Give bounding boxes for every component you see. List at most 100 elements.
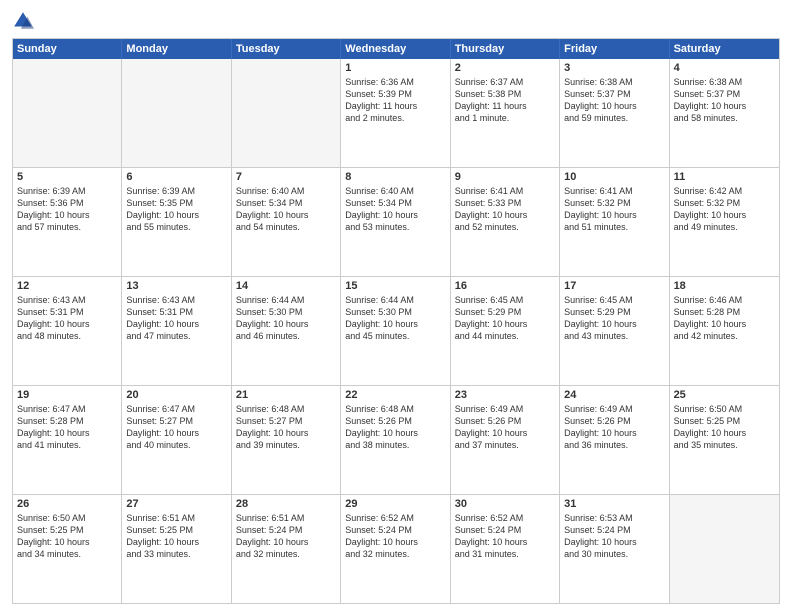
calendar-cell: 5 Sunrise: 6:39 AM Sunset: 5:36 PM Daylig… [13, 168, 122, 276]
calendar-cell: 10 Sunrise: 6:41 AM Sunset: 5:32 PM Dayli… [560, 168, 669, 276]
day-number: 13 [126, 280, 226, 292]
calendar-cell: 8 Sunrise: 6:40 AM Sunset: 5:34 PM Daylig… [341, 168, 450, 276]
day-info: Sunrise: 6:49 AM Sunset: 5:26 PM Dayligh… [455, 403, 555, 452]
calendar-cell: 19Sunrise: 6:47 AM Sunset: 5:28 PM Dayli… [13, 386, 122, 494]
calendar-cell: 25 Sunrise: 6:50 AM Sunset: 5:25 PM Dayli… [670, 386, 779, 494]
day-number: 1 [345, 62, 445, 74]
calendar-cell: 6Sunrise: 6:39 AM Sunset: 5:35 PM Daylig… [122, 168, 231, 276]
day-info: Sunrise: 6:43 AM Sunset: 5:31 PM Dayligh… [126, 294, 226, 343]
day-info: Sunrise: 6:52 AM Sunset: 5:24 PM Dayligh… [455, 512, 555, 561]
day-info: Sunrise: 6:44 AM Sunset: 5:30 PM Dayligh… [345, 294, 445, 343]
day-number: 9 [455, 171, 555, 183]
calendar-cell [232, 59, 341, 167]
day-number: 25 [674, 389, 775, 401]
logo [12, 10, 38, 32]
calendar-cell: 30 Sunrise: 6:52 AM Sunset: 5:24 PM Dayli… [451, 495, 560, 603]
day-number: 28 [236, 498, 336, 510]
calendar-cell: 7 Sunrise: 6:40 AM Sunset: 5:34 PM Daylig… [232, 168, 341, 276]
day-number: 19 [17, 389, 117, 401]
day-info: Sunrise: 6:50 AM Sunset: 5:25 PM Dayligh… [674, 403, 775, 452]
day-info: Sunrise: 6:39 AM Sunset: 5:36 PM Dayligh… [17, 185, 117, 234]
day-info: Sunrise: 6:41 AM Sunset: 5:32 PM Dayligh… [564, 185, 664, 234]
day-info: Sunrise: 6:40 AM Sunset: 5:34 PM Dayligh… [236, 185, 336, 234]
calendar-cell: 24 Sunrise: 6:49 AM Sunset: 5:26 PM Dayli… [560, 386, 669, 494]
day-number: 15 [345, 280, 445, 292]
day-number: 5 [17, 171, 117, 183]
calendar-cell: 9 Sunrise: 6:41 AM Sunset: 5:33 PM Daylig… [451, 168, 560, 276]
day-number: 14 [236, 280, 336, 292]
calendar-cell: 16Sunrise: 6:45 AM Sunset: 5:29 PM Dayli… [451, 277, 560, 385]
day-number: 3 [564, 62, 664, 74]
day-info: Sunrise: 6:48 AM Sunset: 5:26 PM Dayligh… [345, 403, 445, 452]
day-number: 23 [455, 389, 555, 401]
calendar-cell: 31Sunrise: 6:53 AM Sunset: 5:24 PM Dayli… [560, 495, 669, 603]
calendar-cell: 15 Sunrise: 6:44 AM Sunset: 5:30 PM Dayli… [341, 277, 450, 385]
calendar-header: SundayMondayTuesdayWednesdayThursdayFrid… [13, 39, 779, 59]
day-info: Sunrise: 6:37 AM Sunset: 5:38 PM Dayligh… [455, 76, 555, 125]
day-info: Sunrise: 6:53 AM Sunset: 5:24 PM Dayligh… [564, 512, 664, 561]
calendar-cell: 11Sunrise: 6:42 AM Sunset: 5:32 PM Dayli… [670, 168, 779, 276]
day-number: 4 [674, 62, 775, 74]
calendar-header-cell: Friday [560, 39, 669, 59]
logo-icon [12, 10, 34, 32]
day-info: Sunrise: 6:48 AM Sunset: 5:27 PM Dayligh… [236, 403, 336, 452]
day-info: Sunrise: 6:46 AM Sunset: 5:28 PM Dayligh… [674, 294, 775, 343]
page: SundayMondayTuesdayWednesdayThursdayFrid… [0, 0, 792, 612]
day-info: Sunrise: 6:40 AM Sunset: 5:34 PM Dayligh… [345, 185, 445, 234]
day-info: Sunrise: 6:50 AM Sunset: 5:25 PM Dayligh… [17, 512, 117, 561]
calendar-cell [670, 495, 779, 603]
day-info: Sunrise: 6:42 AM Sunset: 5:32 PM Dayligh… [674, 185, 775, 234]
day-info: Sunrise: 6:38 AM Sunset: 5:37 PM Dayligh… [564, 76, 664, 125]
day-info: Sunrise: 6:41 AM Sunset: 5:33 PM Dayligh… [455, 185, 555, 234]
day-number: 17 [564, 280, 664, 292]
day-number: 21 [236, 389, 336, 401]
day-number: 8 [345, 171, 445, 183]
day-number: 7 [236, 171, 336, 183]
day-number: 20 [126, 389, 226, 401]
calendar-row: 12Sunrise: 6:43 AM Sunset: 5:31 PM Dayli… [13, 276, 779, 385]
calendar-cell [122, 59, 231, 167]
day-number: 24 [564, 389, 664, 401]
calendar-cell: 26 Sunrise: 6:50 AM Sunset: 5:25 PM Dayli… [13, 495, 122, 603]
day-number: 16 [455, 280, 555, 292]
calendar-cell: 17 Sunrise: 6:45 AM Sunset: 5:29 PM Dayli… [560, 277, 669, 385]
calendar-header-cell: Monday [122, 39, 231, 59]
day-info: Sunrise: 6:51 AM Sunset: 5:24 PM Dayligh… [236, 512, 336, 561]
day-number: 26 [17, 498, 117, 510]
calendar-row: 5 Sunrise: 6:39 AM Sunset: 5:36 PM Daylig… [13, 167, 779, 276]
calendar-cell: 3 Sunrise: 6:38 AM Sunset: 5:37 PM Daylig… [560, 59, 669, 167]
calendar-cell: 20Sunrise: 6:47 AM Sunset: 5:27 PM Dayli… [122, 386, 231, 494]
day-number: 22 [345, 389, 445, 401]
calendar-row: 19Sunrise: 6:47 AM Sunset: 5:28 PM Dayli… [13, 385, 779, 494]
day-number: 6 [126, 171, 226, 183]
day-number: 10 [564, 171, 664, 183]
calendar-cell: 22 Sunrise: 6:48 AM Sunset: 5:26 PM Dayli… [341, 386, 450, 494]
calendar-cell [13, 59, 122, 167]
day-number: 18 [674, 280, 775, 292]
day-info: Sunrise: 6:38 AM Sunset: 5:37 PM Dayligh… [674, 76, 775, 125]
calendar-body: 1 Sunrise: 6:36 AM Sunset: 5:39 PM Daylig… [13, 59, 779, 603]
calendar-cell: 13 Sunrise: 6:43 AM Sunset: 5:31 PM Dayli… [122, 277, 231, 385]
calendar-row: 1 Sunrise: 6:36 AM Sunset: 5:39 PM Daylig… [13, 59, 779, 167]
day-info: Sunrise: 6:49 AM Sunset: 5:26 PM Dayligh… [564, 403, 664, 452]
calendar-header-cell: Tuesday [232, 39, 341, 59]
calendar-cell: 4 Sunrise: 6:38 AM Sunset: 5:37 PM Daylig… [670, 59, 779, 167]
calendar-cell: 12Sunrise: 6:43 AM Sunset: 5:31 PM Dayli… [13, 277, 122, 385]
calendar: SundayMondayTuesdayWednesdayThursdayFrid… [12, 38, 780, 604]
day-number: 30 [455, 498, 555, 510]
calendar-header-cell: Sunday [13, 39, 122, 59]
day-info: Sunrise: 6:45 AM Sunset: 5:29 PM Dayligh… [564, 294, 664, 343]
calendar-header-cell: Wednesday [341, 39, 450, 59]
day-info: Sunrise: 6:44 AM Sunset: 5:30 PM Dayligh… [236, 294, 336, 343]
day-number: 27 [126, 498, 226, 510]
calendar-cell: 2 Sunrise: 6:37 AM Sunset: 5:38 PM Daylig… [451, 59, 560, 167]
calendar-cell: 28 Sunrise: 6:51 AM Sunset: 5:24 PM Dayli… [232, 495, 341, 603]
calendar-cell: 27Sunrise: 6:51 AM Sunset: 5:25 PM Dayli… [122, 495, 231, 603]
calendar-cell: 1 Sunrise: 6:36 AM Sunset: 5:39 PM Daylig… [341, 59, 450, 167]
day-info: Sunrise: 6:36 AM Sunset: 5:39 PM Dayligh… [345, 76, 445, 125]
day-number: 29 [345, 498, 445, 510]
day-info: Sunrise: 6:52 AM Sunset: 5:24 PM Dayligh… [345, 512, 445, 561]
calendar-cell: 18 Sunrise: 6:46 AM Sunset: 5:28 PM Dayli… [670, 277, 779, 385]
calendar-header-cell: Thursday [451, 39, 560, 59]
day-number: 2 [455, 62, 555, 74]
